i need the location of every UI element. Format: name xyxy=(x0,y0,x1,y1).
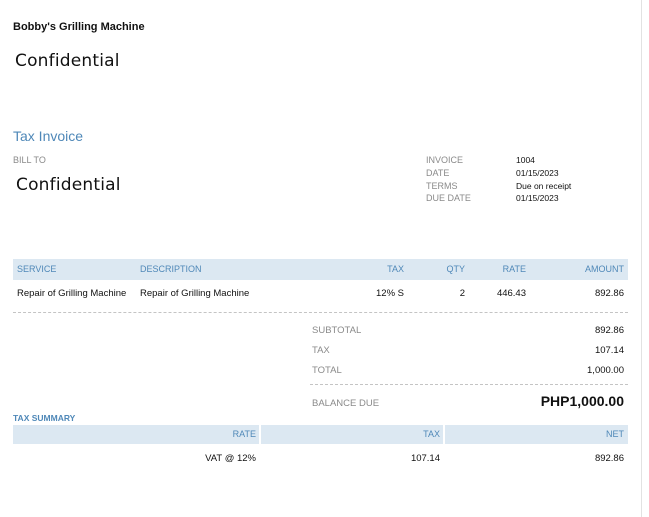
company-name: Bobby's Grilling Machine xyxy=(13,21,145,33)
items-table-header xyxy=(13,259,628,280)
tax-summary-header-tax: TAX xyxy=(423,429,440,439)
tax-summary-column-divider xyxy=(259,425,261,444)
balance-due-label: BALANCE DUE xyxy=(312,398,380,409)
row-description: Repair of Grilling Machine xyxy=(140,288,250,299)
invoice-date-label: DATE xyxy=(426,168,450,178)
items-divider xyxy=(13,312,628,313)
invoice-number-value: 1004 xyxy=(516,155,535,165)
row-service: Repair of Grilling Machine xyxy=(17,288,127,299)
header-qty: QTY xyxy=(446,264,465,274)
tax-total-label: TAX xyxy=(312,345,330,356)
due-date-value: 01/15/2023 xyxy=(516,193,559,203)
invoice-number-label: INVOICE xyxy=(426,155,464,165)
bill-to-name: Confidential xyxy=(16,175,121,195)
tax-summary-title: TAX SUMMARY xyxy=(13,413,76,423)
terms-value: Due on receipt xyxy=(516,181,572,191)
totals-divider xyxy=(310,384,628,385)
total-label: TOTAL xyxy=(312,365,342,376)
subtotal-value: 892.86 xyxy=(594,325,624,336)
total-value: 1,000.00 xyxy=(587,365,624,376)
row-tax: 12% S xyxy=(376,288,404,299)
tax-summary-rate: VAT @ 12% xyxy=(205,453,256,464)
header-description: DESCRIPTION xyxy=(140,264,202,274)
tax-summary-header xyxy=(13,425,628,444)
header-tax: TAX xyxy=(387,264,404,274)
row-rate: 446.43 xyxy=(496,288,526,299)
page-edge-divider xyxy=(641,0,642,517)
terms-label: TERMS xyxy=(426,181,458,191)
bill-to-label: BILL TO xyxy=(13,155,46,165)
tax-summary-tax: 107.14 xyxy=(410,453,440,464)
invoice-date-value: 01/15/2023 xyxy=(516,168,559,178)
tax-summary-column-divider xyxy=(443,425,445,444)
row-amount: 892.86 xyxy=(594,288,624,299)
tax-summary-net: 892.86 xyxy=(594,453,624,464)
subtotal-label: SUBTOTAL xyxy=(312,325,362,336)
tax-summary-header-rate: RATE xyxy=(232,429,256,439)
balance-due-value: PHP1,000.00 xyxy=(540,393,624,409)
document-title: Tax Invoice xyxy=(13,128,84,144)
tax-summary-header-net: NET xyxy=(606,429,624,439)
header-rate: RATE xyxy=(502,264,526,274)
tax-total-value: 107.14 xyxy=(594,345,624,356)
header-service: SERVICE xyxy=(17,264,57,274)
due-date-label: DUE DATE xyxy=(426,193,471,203)
row-qty: 2 xyxy=(459,288,465,299)
header-amount: AMOUNT xyxy=(585,264,624,274)
confidential-top: Confidential xyxy=(15,51,120,71)
